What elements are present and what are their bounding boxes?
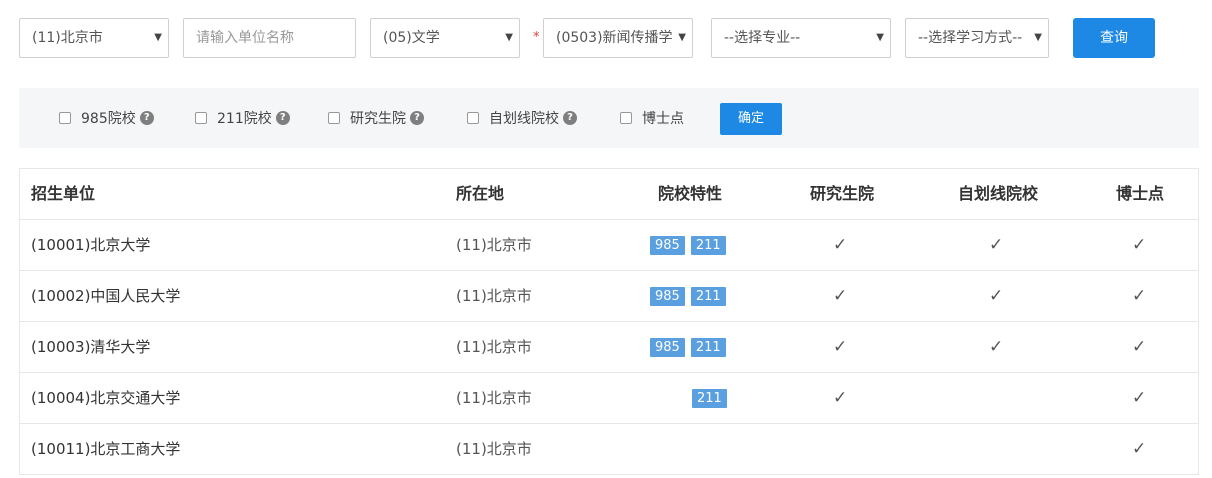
checkbox-phd[interactable]: 博士点 [620,109,684,127]
results-table: 招生单位 所在地 院校特性 研究生院 自划线院校 博士点 (10001)北京大学… [19,168,1199,475]
checkbox-box[interactable] [328,112,340,124]
header-features: 院校特性 [657,184,722,203]
table-row[interactable]: (10002)中国人民大学 (11)北京市 985 211 ✓ ✓ ✓ [20,271,1198,322]
discipline-select-value: (0503)新闻传播学 [556,30,673,46]
major-select-value: --选择专业-- [724,30,801,46]
required-mark: * [533,30,540,45]
phd-check-icon: ✓ [1132,337,1147,357]
province-select[interactable]: (11)北京市 ▼ [19,18,169,58]
unit-name[interactable]: (10003)清华大学 [31,322,150,372]
phd-check-icon: ✓ [1132,286,1147,306]
tag-985: 985 [650,286,685,306]
unit-name[interactable]: (10004)北京交通大学 [31,373,180,423]
self-line-check-icon: ✓ [989,337,1004,357]
unit-name-input[interactable]: 请输入单位名称 [183,18,356,58]
major-select[interactable]: --选择专业-- ▼ [711,18,891,58]
unit-name[interactable]: (10002)中国人民大学 [31,271,180,321]
tag-211: 211 [692,388,727,408]
grad-school-check-icon: ✓ [833,337,848,357]
unit-location: (11)北京市 [456,389,532,407]
unit-location: (11)北京市 [456,440,532,458]
query-button[interactable]: 查询 [1073,18,1155,58]
unit-name-placeholder: 请输入单位名称 [196,30,294,46]
header-self-line: 自划线院校 [957,184,1038,203]
phd-check-icon: ✓ [1132,235,1147,255]
tag-211: 211 [690,337,726,357]
feature-tags: 211 [692,373,727,423]
grad-school-check-icon: ✓ [833,235,848,255]
grad-school-check-icon: ✓ [833,388,848,408]
tag-985: 985 [650,337,685,357]
header-phd: 博士点 [1115,184,1164,203]
study-mode-select-value: --选择学习方式-- [918,30,1023,46]
checkbox-985[interactable]: 985院校 ? [59,109,154,127]
unit-location: (11)北京市 [456,287,532,305]
unit-name[interactable]: (10001)北京大学 [31,220,150,270]
checkbox-box[interactable] [195,112,207,124]
table-row[interactable]: (10001)北京大学 (11)北京市 985 211 ✓ ✓ ✓ [20,220,1198,271]
header-grad-school: 研究生院 [809,184,874,203]
table-header-row: 招生单位 所在地 院校特性 研究生院 自划线院校 博士点 [20,169,1198,220]
help-icon[interactable]: ? [139,111,154,125]
checkbox-label: 自划线院校 [489,111,559,127]
chevron-down-icon: ▼ [678,32,686,43]
help-icon[interactable]: ? [563,111,577,125]
checkbox-label: 211院校 [217,111,272,127]
checkbox-box[interactable] [467,112,479,124]
unit-name[interactable]: (10011)北京工商大学 [31,424,180,474]
table-row[interactable]: (10003)清华大学 (11)北京市 985 211 ✓ ✓ ✓ [20,322,1198,373]
header-name: 招生单位 [31,184,96,203]
unit-location: (11)北京市 [456,338,532,356]
checkbox-211[interactable]: 211院校 ? [195,109,290,127]
checkbox-label: 博士点 [642,111,684,127]
table-row[interactable]: (10011)北京工商大学 (11)北京市 ✓ [20,424,1198,475]
attribute-filter-bar: 985院校 ? 211院校 ? 研究生院 ? 自划线院校 ? 博士点 确定 [19,88,1199,148]
checkbox-grad-school[interactable]: 研究生院 ? [328,109,424,127]
checkbox-label: 研究生院 [350,111,406,127]
checkbox-self-line[interactable]: 自划线院校 ? [467,109,577,127]
self-line-check-icon: ✓ [989,235,1004,255]
header-location: 所在地 [456,184,505,203]
self-line-check-icon: ✓ [989,286,1004,306]
chevron-down-icon: ▼ [154,32,162,43]
category-select-value: (05)文学 [383,30,440,46]
tag-211: 211 [690,286,726,306]
chevron-down-icon: ▼ [876,32,884,43]
unit-location: (11)北京市 [456,236,532,254]
tag-211: 211 [690,235,726,255]
checkbox-label: 985院校 [81,111,136,127]
province-select-value: (11)北京市 [32,30,103,46]
help-icon[interactable]: ? [410,111,424,125]
filter-bar: (11)北京市 ▼ 请输入单位名称 (05)文学 ▼ * (0503)新闻传播学… [0,0,1212,80]
discipline-select[interactable]: (0503)新闻传播学 ▼ [543,18,693,58]
phd-check-icon: ✓ [1132,388,1147,408]
confirm-button[interactable]: 确定 [720,103,782,135]
checkbox-box[interactable] [620,112,632,124]
phd-check-icon: ✓ [1132,439,1147,459]
feature-tags: 985 211 [650,220,726,270]
grad-school-check-icon: ✓ [833,286,848,306]
checkbox-box[interactable] [59,112,71,124]
table-row[interactable]: (10004)北京交通大学 (11)北京市 211 ✓ ✓ [20,373,1198,424]
feature-tags: 985 211 [650,322,726,372]
help-icon[interactable]: ? [275,111,290,125]
feature-tags: 985 211 [650,271,726,321]
category-select[interactable]: (05)文学 ▼ [370,18,520,58]
chevron-down-icon: ▼ [505,32,513,43]
chevron-down-icon: ▼ [1034,32,1042,43]
tag-985: 985 [650,235,685,255]
study-mode-select[interactable]: --选择学习方式-- ▼ [905,18,1049,58]
